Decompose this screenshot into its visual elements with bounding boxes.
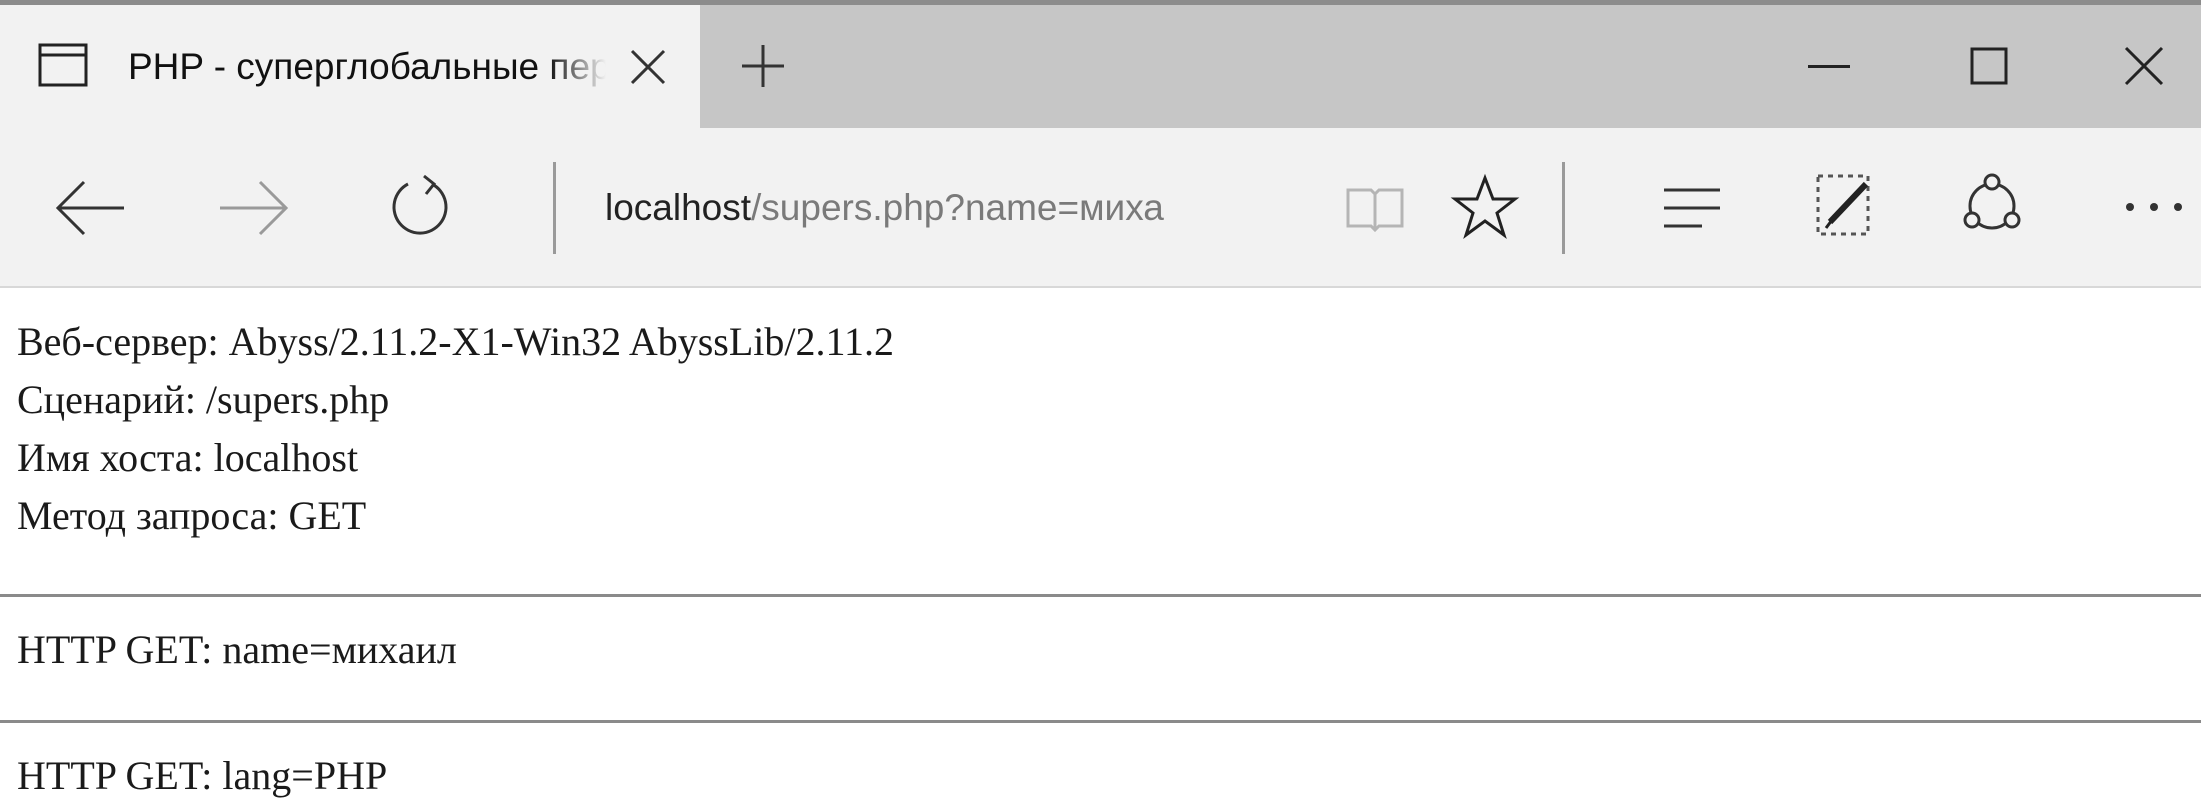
page-content: Веб-сервер: Abyss/2.11.2-X1-Win32 AbyssL… [0,288,2201,810]
title-bar: PHP - суперглобальные переменные [0,0,2201,128]
get-param-lang: HTTP GET: lang=PHP [17,753,388,798]
minimize-icon[interactable] [1808,65,1850,69]
address-separator [553,162,556,254]
tab-title: PHP - суперглобальные переменные [128,46,606,87]
toolbar-separator [1562,162,1565,254]
refresh-icon[interactable] [388,174,452,238]
maximize-icon[interactable] [1970,47,2008,85]
plus-icon[interactable] [740,43,786,89]
address-bar[interactable]: localhost/supers.php?name=миха [605,128,1295,288]
address-path: /supers.php?name=миха [751,187,1164,228]
script-info: Сценарий: /supers.php [17,377,390,422]
get-param-name: HTTP GET: name=михаил [17,627,457,672]
pen-note-icon[interactable] [1814,172,1876,238]
host-info: Имя хоста: localhost [17,435,359,480]
method-info: Метод запроса: GET [17,493,367,538]
navigation-bar: localhost/supers.php?name=миха [0,128,2201,288]
horizontal-rule [0,594,2201,597]
arrow-right-icon[interactable] [218,180,290,236]
address-host: localhost [605,187,752,228]
star-icon[interactable] [1450,173,1520,240]
active-tab[interactable]: PHP - суперглобальные переменные [0,5,700,128]
tab-close-icon[interactable] [628,47,668,87]
hub-lines-icon[interactable] [1662,186,1722,230]
horizontal-rule [0,720,2201,723]
server-info: Веб-сервер: Abyss/2.11.2-X1-Win32 AbyssL… [17,319,895,364]
arrow-left-icon[interactable] [54,180,126,236]
more-dots-icon[interactable] [2122,198,2192,216]
page-icon [38,43,88,87]
window-close-icon[interactable] [2123,45,2165,87]
book-icon[interactable] [1344,186,1406,233]
share-icon[interactable] [1960,172,2024,238]
